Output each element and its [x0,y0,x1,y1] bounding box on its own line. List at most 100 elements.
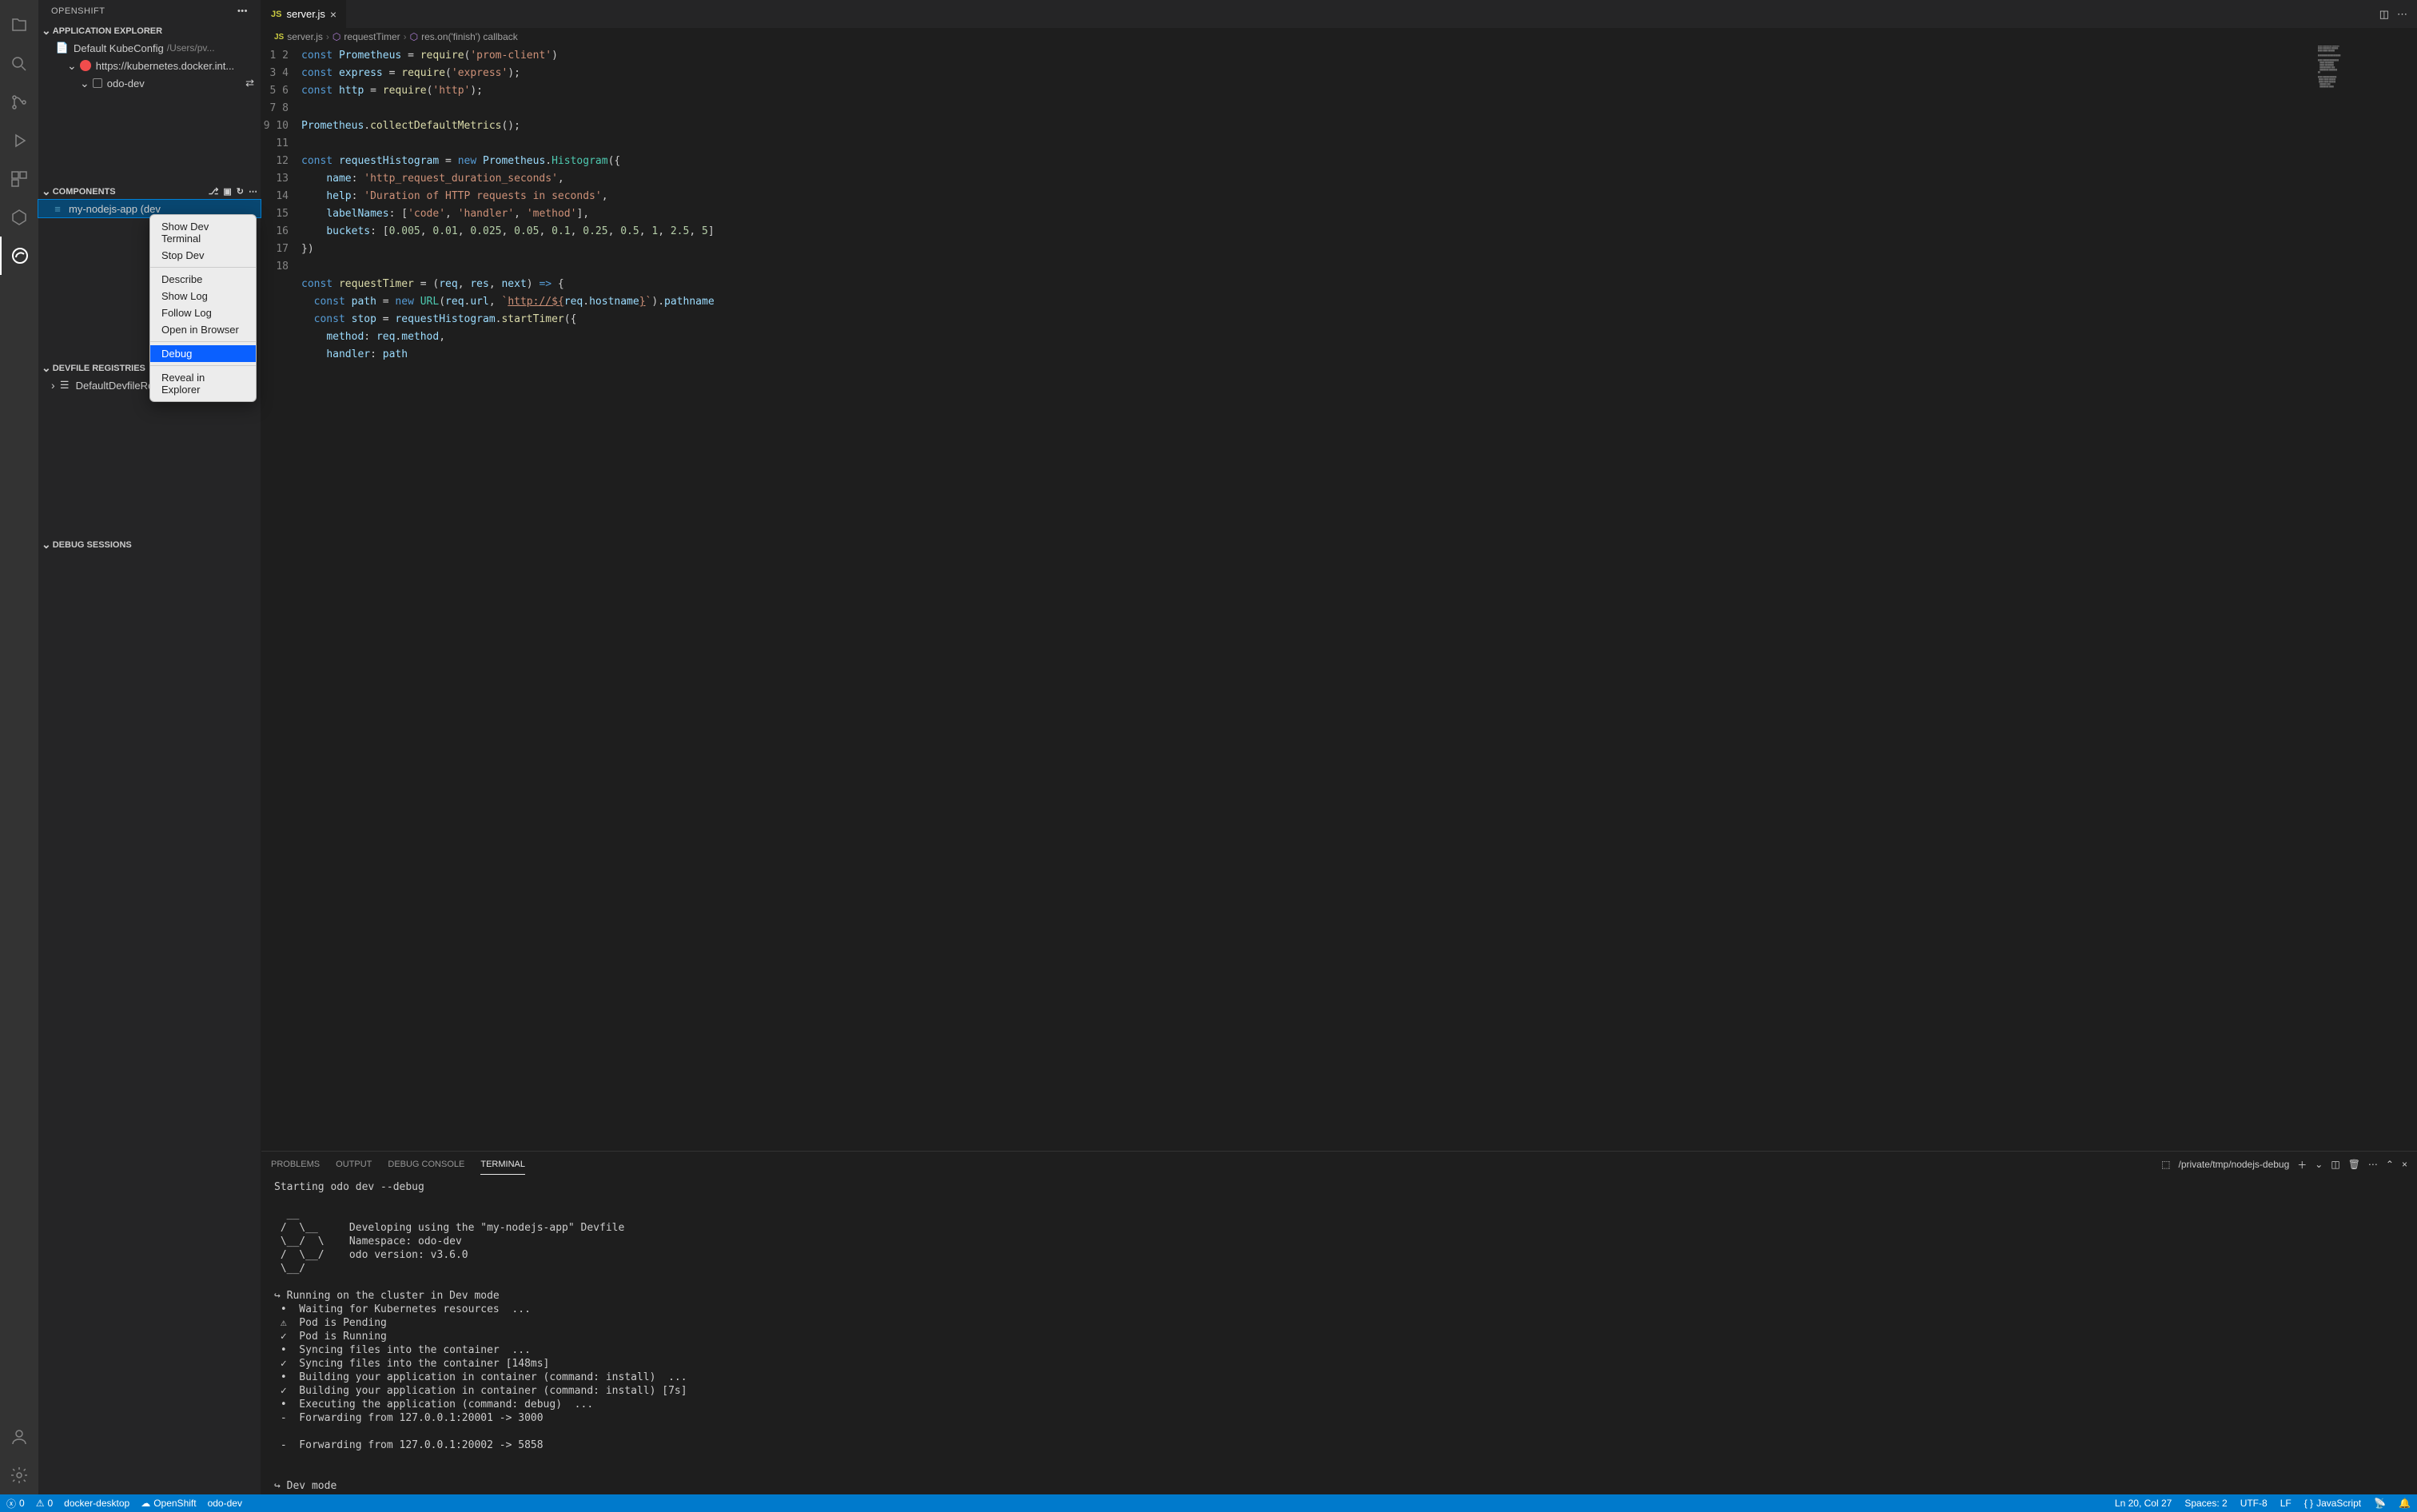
registry-icon: ☰ [58,379,71,392]
chevron-down-icon [42,24,51,38]
breadcrumb-symbol: res.on('finish') callback [421,31,518,42]
chevron-down-icon[interactable]: ⌄ [2315,1159,2323,1170]
chevron-down-icon [80,77,90,90]
section-components[interactable]: COMPONENTS ⎇ ▣ ↻ ⋯ [38,183,261,200]
cursor-pos[interactable]: Ln 20, Col 27 [2115,1498,2172,1509]
namespace-status[interactable]: odo-dev [208,1498,242,1509]
chevron-up-icon[interactable]: ⌃ [2386,1159,2394,1170]
menu-separator [150,365,256,366]
tab-terminal[interactable]: TERMINAL [480,1155,525,1175]
chevron-down-icon [42,185,51,198]
menu-separator [150,267,256,268]
file-icon: 📄 [56,42,69,54]
tab-debug-console[interactable]: DEBUG CONSOLE [388,1155,464,1174]
function-icon: ⬡ [410,31,418,42]
feedback-icon[interactable]: 📡 [2374,1498,2386,1509]
yaml-icon: ≡ [51,202,64,215]
gear-icon[interactable] [0,1456,38,1494]
section-label: APPLICATION EXPLORER [53,26,162,36]
menu-show-log[interactable]: Show Log [150,288,256,304]
menu-describe[interactable]: Describe [150,271,256,288]
terminal-tab-icon[interactable]: ⬚ [2161,1159,2170,1170]
tree-row-kubeconfig[interactable]: 📄 Default KubeConfig /Users/pv... [38,39,261,57]
menu-stop-dev[interactable]: Stop Dev [150,247,256,264]
trash-icon[interactable]: 🗑 [2348,1159,2360,1170]
context-menu: Show Dev Terminal Stop Dev Describe Show… [149,214,257,402]
tree-row-cluster[interactable]: https://kubernetes.docker.int... [38,57,261,74]
encoding-status[interactable]: UTF-8 [2240,1498,2268,1509]
line-gutter: 1 2 3 4 5 6 7 8 9 10 11 12 13 14 15 16 1… [261,46,301,1151]
debug-icon[interactable] [0,121,38,160]
close-icon[interactable]: × [330,8,336,21]
search-icon[interactable] [0,45,38,83]
bell-icon[interactable]: 🔔 [2399,1498,2411,1509]
new-terminal-icon[interactable]: ＋ [2297,1158,2307,1172]
breadcrumb[interactable]: JS server.js › ⬡ requestTimer › ⬡ res.on… [261,28,2417,46]
tree-row-namespace[interactable]: odo-dev ⇄ [38,74,261,92]
section-label: COMPONENTS [53,187,116,197]
tab-output[interactable]: OUTPUT [336,1155,372,1174]
chevron-right-icon [51,379,55,392]
sidebar-title-label: OPENSHIFT [51,6,105,16]
section-label: DEVFILE REGISTRIES [53,364,145,373]
section-debug-sessions[interactable]: DEBUG SESSIONS [38,536,261,553]
chevron-down-icon [42,361,51,375]
editor-body[interactable]: 1 2 3 4 5 6 7 8 9 10 11 12 13 14 15 16 1… [261,46,2417,1151]
more-icon[interactable]: ••• [237,6,248,16]
explorer-icon[interactable] [0,6,38,45]
tab-bar: JS server.js × ◫ ⋯ [261,0,2417,28]
scm-icon[interactable] [0,83,38,121]
menu-open-in-browser[interactable]: Open in Browser [150,321,256,338]
panel-tabs: PROBLEMS OUTPUT DEBUG CONSOLE TERMINAL ⬚… [261,1152,2417,1177]
split-editor-icon[interactable]: ◫ [2379,8,2389,21]
breadcrumb-symbol: requestTimer [344,31,400,42]
activity-bar [0,0,38,1494]
chevron-down-icon [42,538,51,551]
menu-follow-log[interactable]: Follow Log [150,304,256,321]
js-icon: JS [274,33,284,42]
more-icon[interactable]: ⋯ [2397,8,2407,21]
kubernetes-icon[interactable] [0,198,38,237]
minimap[interactable]: ████ ████████ ██████ ████ ███████ ██████… [2318,46,2406,205]
indent-status[interactable]: Spaces: 2 [2184,1498,2227,1509]
code-content[interactable]: const Prometheus = require('prom-client'… [301,46,2417,1151]
tree-detail: /Users/pv... [167,42,215,54]
refresh-icon[interactable]: ↻ [237,186,244,197]
openshift-icon[interactable] [0,237,38,275]
tab-label: server.js [286,8,325,20]
panel: PROBLEMS OUTPUT DEBUG CONSOLE TERMINAL ⬚… [261,1151,2417,1494]
terminal-body[interactable]: Starting odo dev --debug __ / \__ Develo… [261,1177,2417,1494]
eol-status[interactable]: LF [2280,1498,2292,1509]
tree-label: my-nodejs-app (dev [69,203,161,215]
extensions-icon[interactable] [0,160,38,198]
branch-icon[interactable]: ⎇ [209,186,219,197]
tab-problems[interactable]: PROBLEMS [271,1155,320,1174]
menu-show-dev-terminal[interactable]: Show Dev Terminal [150,218,256,247]
close-icon[interactable]: × [2402,1159,2407,1170]
cluster-icon [80,60,91,71]
more-icon[interactable]: ⋯ [2368,1159,2378,1170]
openshift-status[interactable]: ☁ OpenShift [141,1498,196,1509]
menu-reveal-in-explorer[interactable]: Reveal in Explorer [150,369,256,398]
breadcrumb-file: server.js [287,31,323,42]
tree-label: Default KubeConfig [74,42,164,54]
lang-status[interactable]: { } JavaScript [2304,1498,2361,1509]
account-icon[interactable] [0,1418,38,1456]
more-icon[interactable]: ⋯ [249,186,257,197]
folder-icon[interactable]: ▣ [223,186,231,197]
terminal-cwd: /private/tmp/nodejs-debug [2179,1159,2290,1170]
errors-count[interactable]: ⓧ 0 [6,1497,25,1510]
section-application-explorer[interactable]: APPLICATION EXPLORER [38,22,261,39]
editor-area: JS server.js × ◫ ⋯ JS server.js › ⬡ requ… [261,0,2417,1494]
menu-debug[interactable]: Debug [150,345,256,362]
split-terminal-icon[interactable]: ◫ [2331,1159,2339,1170]
function-icon: ⬡ [332,31,340,42]
sync-icon[interactable]: ⇄ [245,77,254,90]
section-label: DEBUG SESSIONS [53,540,132,550]
tree-label: https://kubernetes.docker.int... [96,60,234,72]
warnings-count[interactable]: ⚠ 0 [36,1498,53,1509]
statusbar: ⓧ 0 ⚠ 0 docker-desktop ☁ OpenShift odo-d… [0,1494,2417,1512]
k8s-context[interactable]: docker-desktop [64,1498,129,1509]
tab-server-js[interactable]: JS server.js × [261,0,347,28]
chevron-down-icon [67,59,77,73]
